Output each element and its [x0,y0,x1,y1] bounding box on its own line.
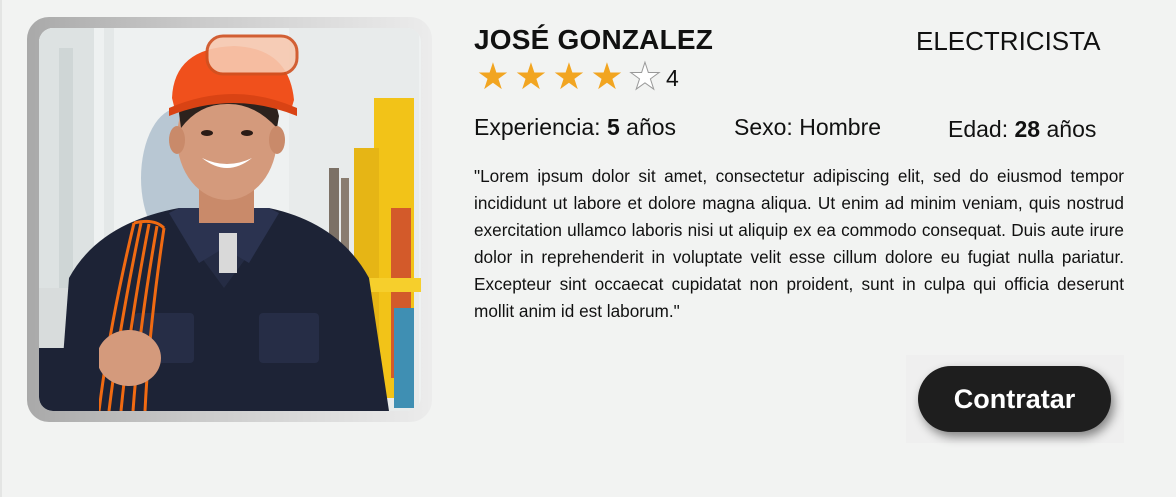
sex-stat: Sexo: Hombre [734,114,881,141]
star-empty-icon: ★ [628,56,662,97]
rating: ★ ★ ★ ★ ★ 4 [474,56,679,97]
age-unit: años [1046,116,1097,142]
experience-label: Experiencia: [474,114,601,140]
sex-value: Hombre [799,114,882,140]
worker-profession: ELECTRICISTA [916,26,1101,56]
worker-description: "Lorem ipsum dolor sit amet, consectetur… [474,166,1124,321]
age-stat: Edad: 28 años [948,116,1096,143]
age-label: Edad: [948,116,1009,142]
age-value: 28 [1014,116,1041,142]
experience-stat: Experiencia: 5 años [474,114,676,141]
profile-photo-frame [27,17,432,422]
star-filled-icon: ★ [476,56,510,97]
worker-name: JOSÉ GONZALEZ [474,24,714,55]
page-edge [0,0,2,497]
profile-photo [39,28,421,411]
star-filled-icon: ★ [552,56,586,97]
experience-value: 5 [606,114,620,140]
star-filled-icon: ★ [590,56,624,97]
rating-value: 4 [666,65,679,91]
sex-label: Sexo: [734,114,793,140]
hire-button-area: Contratar [906,355,1124,443]
worker-photo-icon [39,28,421,411]
experience-unit: años [626,114,677,140]
star-filled-icon: ★ [514,56,548,97]
hire-button[interactable]: Contratar [918,366,1111,432]
